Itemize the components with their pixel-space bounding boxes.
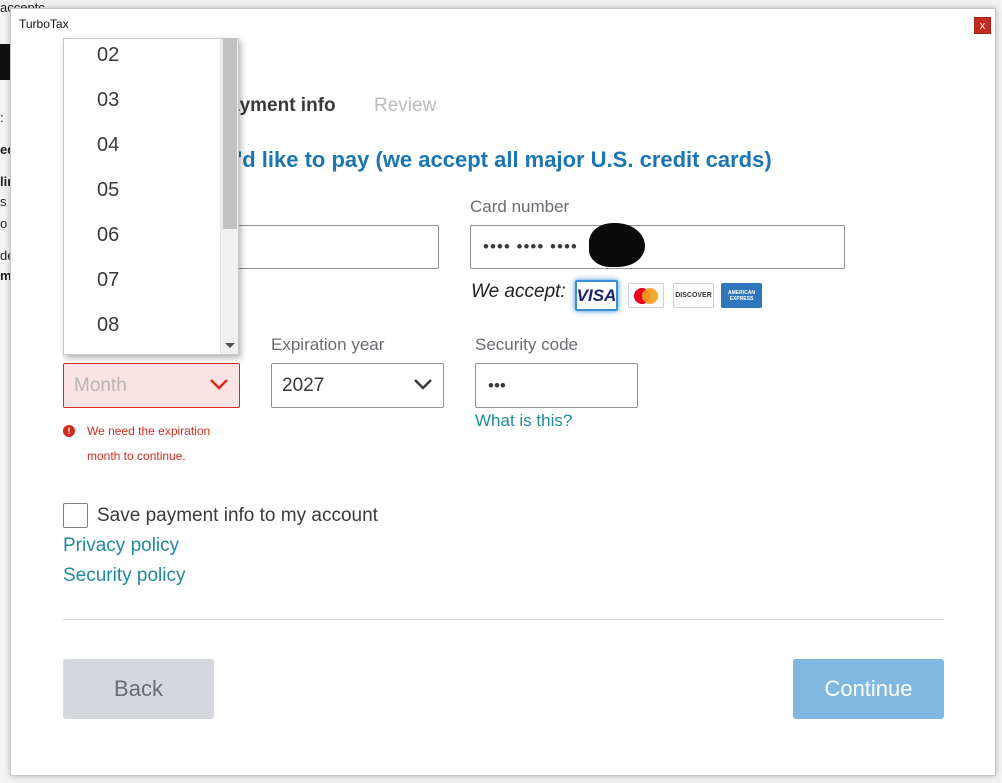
- expiration-month-error: ! We need the expiration month to contin…: [63, 419, 233, 469]
- expiration-month-select[interactable]: Month: [63, 363, 240, 408]
- step-payment-info: ayment info: [229, 95, 336, 116]
- divider: [63, 619, 944, 620]
- month-option[interactable]: 02: [97, 44, 119, 67]
- security-code-value: •••: [488, 375, 506, 395]
- month-dropdown-list[interactable]: 02 03 04 05 06 07 08: [63, 38, 239, 355]
- card-number-label: Card number: [470, 197, 570, 216]
- chevron-down-icon: [414, 379, 432, 390]
- title-bar: TurboTax x: [11, 9, 995, 39]
- error-text-line1: We need the expiration: [87, 424, 211, 438]
- security-policy-link[interactable]: Security policy: [63, 565, 186, 587]
- error-text-line2: month to continue.: [87, 449, 186, 463]
- page-heading: 'd like to pay (we accept all major U.S.…: [237, 147, 772, 172]
- window-title: TurboTax: [19, 17, 69, 31]
- save-payment-checkbox[interactable]: [63, 503, 88, 528]
- error-icon: !: [63, 425, 75, 437]
- visa-logo-icon: VISA: [575, 280, 618, 311]
- save-payment-label[interactable]: Save payment info to my account: [97, 505, 378, 527]
- card-number-input[interactable]: •••• •••• ••••: [470, 225, 845, 269]
- expiration-year-select[interactable]: 2027: [271, 363, 444, 408]
- amex-logo-icon: AMERICAN EXPRESS: [721, 283, 762, 308]
- we-accept-label: We accept:: [471, 281, 566, 302]
- card-number-value: •••• •••• ••••: [483, 237, 578, 256]
- scroll-down-arrow-icon[interactable]: [225, 343, 235, 348]
- scrollbar-thumb[interactable]: [223, 39, 237, 229]
- month-option[interactable]: 06: [97, 224, 119, 247]
- privacy-policy-link[interactable]: Privacy policy: [63, 535, 179, 557]
- discover-logo-icon: DISCOVER: [673, 283, 714, 308]
- expiration-year-value: 2027: [282, 374, 325, 396]
- month-option[interactable]: 07: [97, 269, 119, 292]
- month-option[interactable]: 03: [97, 89, 119, 112]
- expiration-month-placeholder: Month: [74, 374, 127, 396]
- dropdown-scrollbar[interactable]: [220, 39, 238, 354]
- background-text: :: [0, 110, 4, 125]
- continue-button[interactable]: Continue: [793, 659, 944, 719]
- chevron-down-icon: [210, 379, 228, 390]
- close-button[interactable]: x: [974, 17, 991, 34]
- security-code-input[interactable]: •••: [475, 363, 638, 408]
- step-review: Review: [374, 95, 437, 116]
- mastercard-logo-icon: [628, 283, 664, 308]
- month-option[interactable]: 08: [97, 314, 119, 337]
- what-is-this-link[interactable]: What is this?: [475, 411, 572, 431]
- redacted-card-digits: [589, 223, 645, 267]
- background-block: [0, 44, 10, 80]
- month-option[interactable]: 05: [97, 179, 119, 202]
- month-option[interactable]: 04: [97, 134, 119, 157]
- security-code-label: Security code: [475, 335, 578, 354]
- expiration-year-label: Expiration year: [271, 335, 385, 354]
- back-button[interactable]: Back: [63, 659, 214, 719]
